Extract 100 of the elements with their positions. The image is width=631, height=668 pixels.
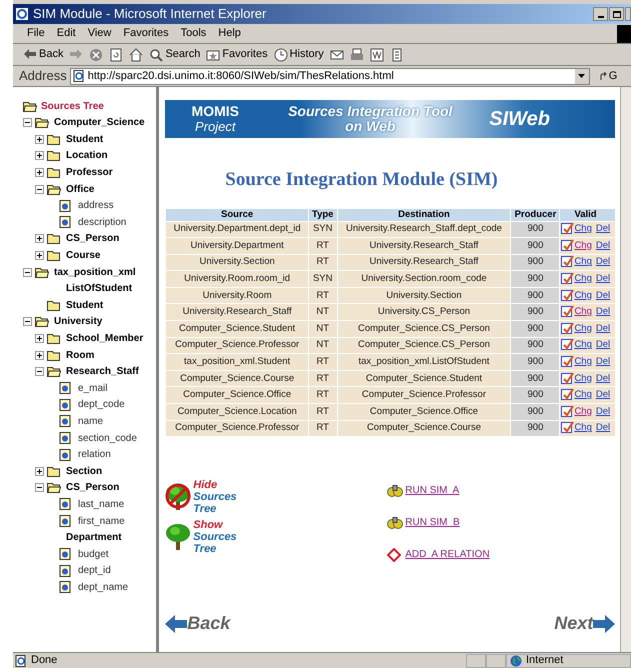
tree-item[interactable]: ListOfStudent [66, 281, 132, 296]
next-link[interactable]: Next [554, 610, 594, 638]
tree-item[interactable]: Course [66, 248, 100, 264]
back-button[interactable]: Back [23, 46, 64, 63]
home-button[interactable] [129, 48, 144, 62]
change-link[interactable]: Chg [574, 372, 592, 384]
change-link[interactable]: Chg [574, 389, 592, 400]
link-text[interactable]: Sources [193, 531, 237, 544]
checkbox[interactable] [561, 356, 572, 367]
checkbox[interactable] [561, 339, 572, 350]
collapse-toggle[interactable] [23, 317, 32, 326]
tree-item[interactable]: name [78, 414, 104, 429]
search-button[interactable]: Search [149, 46, 200, 63]
menu-item[interactable]: File [27, 25, 45, 42]
stop-button[interactable] [89, 48, 104, 62]
discuss-button[interactable] [390, 48, 404, 62]
tree-item[interactable]: e_mail [78, 380, 108, 396]
tree-item[interactable]: Section [66, 464, 102, 479]
menu-item[interactable]: Edit [56, 25, 76, 42]
tree-item[interactable]: address [78, 198, 114, 214]
go-button[interactable]: G [598, 68, 618, 84]
tree-item[interactable]: section_code [78, 430, 137, 446]
dropdown-button[interactable] [574, 68, 589, 84]
favorites-button[interactable]: Favorites [206, 46, 268, 63]
action-link[interactable]: RUN SIM A [405, 483, 460, 498]
edit-button[interactable] [370, 48, 384, 62]
tree-item[interactable]: first_name [78, 514, 125, 529]
tree-item[interactable]: dept_id [78, 563, 111, 578]
checkbox[interactable] [561, 372, 572, 384]
delete-link[interactable]: Del [596, 240, 610, 251]
tree-item[interactable]: relation [78, 447, 111, 462]
tree-item[interactable]: CS_Person [66, 231, 120, 246]
change-link[interactable]: Chg [574, 272, 592, 284]
tree-item[interactable]: University [54, 314, 102, 330]
address-field[interactable]: http://sparc20.dsi.unimo.it:8060/SIWeb/sim/ThesRelations.html [70, 68, 590, 84]
delete-link[interactable]: Del [596, 406, 610, 417]
change-link[interactable]: Chg [574, 223, 592, 234]
expand-toggle[interactable] [35, 350, 44, 360]
collapse-toggle[interactable] [23, 118, 32, 128]
delete-link[interactable]: Del [596, 389, 610, 400]
tree-item[interactable]: Professor [66, 165, 113, 180]
tree-item[interactable]: Student [66, 298, 104, 313]
collapse-toggle[interactable] [23, 268, 32, 277]
tree-item[interactable]: tax_position_xml [54, 264, 136, 280]
link-text[interactable]: Tree [193, 543, 237, 556]
minimize-button[interactable] [593, 7, 608, 21]
checkbox[interactable] [561, 422, 572, 434]
checkbox[interactable] [561, 389, 572, 400]
collapse-toggle[interactable] [35, 483, 44, 492]
tree-item[interactable]: Location [66, 148, 108, 164]
tree-item[interactable]: School_Member [66, 331, 144, 346]
tree-item[interactable]: Student [66, 132, 104, 147]
tree-item[interactable]: Computer_Science [54, 115, 145, 130]
maximize-button[interactable] [609, 7, 624, 21]
link-text[interactable]: Show [193, 519, 237, 532]
expand-toggle[interactable] [35, 334, 44, 344]
checkbox[interactable] [561, 223, 572, 234]
expand-toggle[interactable] [35, 466, 44, 476]
delete-link[interactable]: Del [596, 290, 610, 301]
checkbox[interactable] [561, 290, 572, 301]
menu-item[interactable]: Tools [180, 25, 206, 42]
tree-item[interactable]: Office [66, 182, 94, 197]
collapse-toggle[interactable] [35, 367, 44, 376]
checkbox[interactable] [561, 322, 572, 334]
no-tree-icon[interactable] [165, 482, 192, 512]
expand-toggle[interactable] [35, 168, 44, 178]
tree-item[interactable]: dept_code [78, 397, 125, 412]
menu-item[interactable]: Favorites [123, 25, 169, 42]
change-link[interactable]: Chg [574, 322, 592, 334]
delete-link[interactable]: Del [596, 306, 610, 318]
delete-link[interactable]: Del [596, 422, 610, 434]
history-button[interactable]: History [274, 46, 324, 63]
delete-link[interactable]: Del [596, 339, 610, 350]
tree-item[interactable]: dept_name [78, 580, 128, 595]
action-link[interactable]: RUN SIM B [405, 515, 460, 530]
refresh-button[interactable] [109, 48, 124, 62]
checkbox[interactable] [561, 256, 572, 268]
link-text[interactable]: Hide [193, 479, 237, 492]
change-link[interactable]: Chg [574, 422, 592, 434]
change-link[interactable]: Chg [574, 240, 592, 251]
expand-toggle[interactable] [35, 234, 44, 244]
change-link[interactable]: Chg [574, 290, 592, 301]
tree-item[interactable]: budget [78, 546, 109, 562]
link-text[interactable]: Sources [193, 491, 237, 504]
print-button[interactable] [350, 48, 364, 62]
back-link[interactable]: Back [187, 610, 230, 638]
delete-link[interactable]: Del [596, 256, 610, 268]
expand-toggle[interactable] [35, 251, 44, 260]
tree-icon[interactable] [165, 522, 192, 552]
checkbox[interactable] [561, 240, 572, 251]
mail-button[interactable] [330, 48, 344, 62]
checkbox[interactable] [561, 406, 572, 417]
delete-link[interactable]: Del [596, 372, 610, 384]
tree-item[interactable]: description [78, 214, 126, 230]
tree-item[interactable]: CS_Person [66, 480, 120, 496]
expand-toggle[interactable] [35, 134, 44, 144]
action-link[interactable]: ADD A RELATION [405, 547, 490, 562]
change-link[interactable]: Chg [574, 256, 592, 268]
expand-toggle[interactable] [35, 151, 44, 160]
tree-item[interactable]: Research_Staff [66, 364, 139, 380]
